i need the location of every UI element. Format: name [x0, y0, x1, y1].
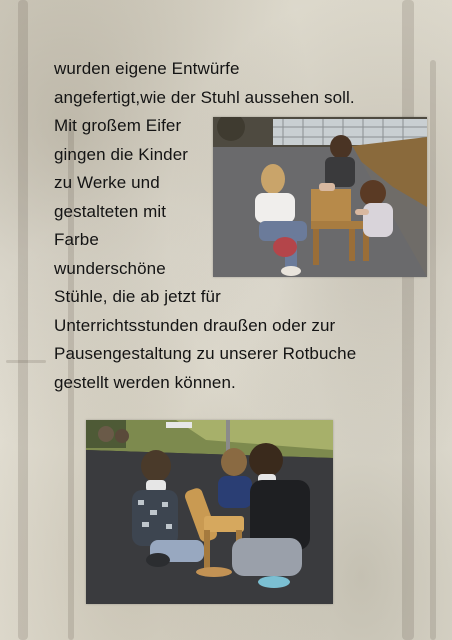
- photo-boys-painting-chair-image: [86, 420, 333, 604]
- text-line: gestellt werden können.: [54, 372, 236, 392]
- photo-boys-painting-chair: [86, 420, 333, 604]
- text-line: Unterrichtsstunden draußen oder zur: [54, 315, 336, 335]
- text-line: wurden eigene Entwürfe: [54, 59, 240, 78]
- photo-girls-painting-chair-image: [213, 117, 427, 277]
- photo-girls-painting-chair: [213, 117, 427, 277]
- text-line: angefertigt,wie der Stuhl aussehen soll.: [54, 87, 355, 107]
- text-line: Pausengestaltung zu unserer Rotbuche: [54, 344, 357, 363]
- text-line: Stühle, die ab jetzt für: [54, 287, 221, 306]
